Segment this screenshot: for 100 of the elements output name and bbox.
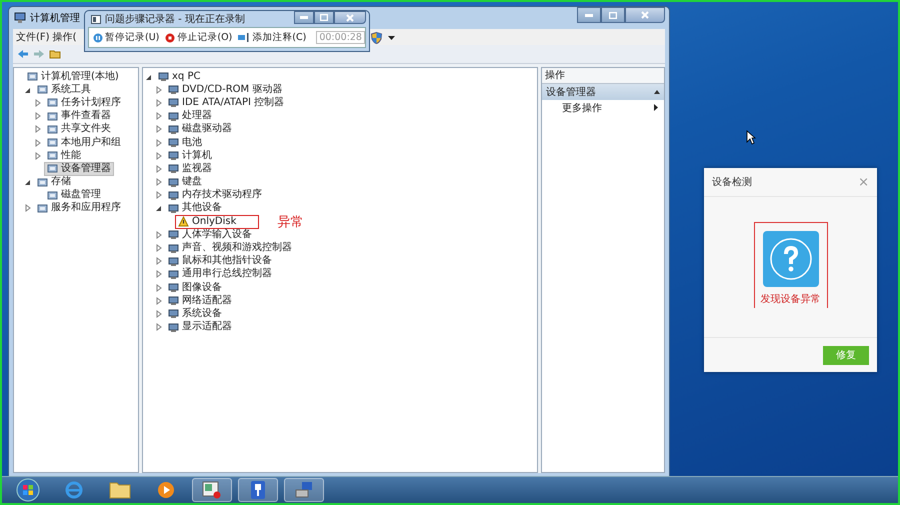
tree-item[interactable]: 共享文件夹 [44,122,114,136]
dropdown-arrow-icon[interactable] [388,36,395,40]
folder-icon[interactable] [49,48,61,60]
minimize-icon [300,16,308,19]
tree-item[interactable]: 磁盘管理 [44,188,104,202]
expand-arrow-icon[interactable] [34,112,42,120]
tree-item[interactable]: 性能 [44,148,84,163]
tree-item[interactable]: xq PC [155,70,204,84]
collapse-arrow-icon[interactable] [24,86,32,94]
expand-arrow-icon[interactable] [155,164,163,173]
back-icon[interactable] [17,49,29,59]
tree-item[interactable]: 声音、视频和游戏控制器 [165,241,295,256]
expand-arrow-icon[interactable] [155,323,163,332]
menu-item[interactable]: 文件(F) [16,30,50,44]
shield-icon[interactable] [370,32,382,44]
node-icon [37,84,48,96]
tree-item[interactable]: 设备管理器 [44,162,114,176]
device-icon [168,110,179,122]
collapse-arrow-icon[interactable] [24,178,32,186]
tree-item[interactable]: 显示适配器 [165,320,235,334]
expand-arrow-icon[interactable] [34,152,42,160]
expand-arrow-icon[interactable] [155,152,163,160]
tree-item[interactable]: DVD/CD-ROM 驱动器 [165,82,286,97]
tree-item[interactable]: 本地用户和组 [44,136,124,150]
close-button[interactable] [625,7,665,23]
window-title: 问题步骤记录器 - 现在正在录制 [105,12,245,26]
tree-item[interactable]: 键盘 [165,175,205,190]
section-header[interactable]: 设备管理器 [542,84,664,100]
question-icon [762,231,818,287]
tree-item[interactable]: 图像设备 [165,280,225,295]
taskbar-button[interactable] [192,478,232,502]
expand-arrow-icon[interactable] [155,296,163,305]
submenu-arrow-icon [654,104,658,111]
expand-arrow-icon[interactable] [155,257,163,266]
tree-item[interactable]: 计算机管理(本地) [24,70,122,84]
expand-arrow-icon[interactable] [155,112,163,120]
expand-arrow-icon[interactable] [34,138,42,147]
expand-arrow-icon[interactable] [155,191,163,200]
tree-item[interactable]: 服务和应用程序 [34,201,124,216]
minimize-button[interactable] [577,7,601,23]
tree-item[interactable]: IDE ATA/ATAPI 控制器 [165,96,288,110]
expand-arrow-icon[interactable] [155,310,163,318]
tree-item[interactable]: OnlyDisk [175,214,260,229]
expand-arrow-icon[interactable] [155,244,163,252]
taskbar-button[interactable] [238,478,278,502]
menu-item[interactable]: 操作( [52,30,76,44]
tree-item[interactable]: 通用串行总线控制器 [165,267,275,282]
start-orb-icon [16,478,40,502]
tree-item[interactable]: 计算机 [165,148,215,163]
tree-item[interactable]: 网络适配器 [165,294,235,308]
tree-item[interactable]: 系统设备 [165,306,225,321]
comment-icon [238,33,250,42]
expand-arrow-icon[interactable] [155,138,163,147]
pause-button[interactable]: 暂停记录(U) [93,31,160,44]
close-button[interactable] [334,11,366,24]
maximize-icon [609,12,617,18]
tree-item[interactable]: 其他设备 [165,201,225,216]
expand-arrow-icon[interactable] [155,86,163,94]
device-icon [168,322,179,333]
expand-arrow-icon[interactable] [155,230,163,239]
node-icon [47,150,58,162]
close-icon [641,11,649,19]
tree-item[interactable]: 监视器 [165,162,215,176]
collapse-arrow-icon[interactable] [155,204,163,212]
action-item[interactable]: 更多操作 [542,100,664,115]
tree-item[interactable]: 人体学输入设备 [165,228,255,242]
tree-item[interactable]: 任务计划程序 [44,96,124,110]
device-icon [168,163,179,174]
expand-arrow-icon[interactable] [155,125,163,134]
collapse-arrow-icon[interactable] [145,72,153,81]
expand-arrow-icon[interactable] [24,204,32,212]
tree-item[interactable]: 电池 [165,136,205,150]
device-icon [168,176,179,188]
tree-item[interactable]: 鼠标和其他指针设备 [165,254,275,268]
expand-arrow-icon[interactable] [155,284,163,292]
maximize-button[interactable] [601,7,625,23]
expand-arrow-icon[interactable] [34,125,42,134]
stop-icon [165,32,176,42]
forward-icon[interactable] [33,49,45,59]
tree-item[interactable]: 磁盘驱动器 [165,122,235,136]
tree-item[interactable]: 内存技术驱动程序 [165,188,265,202]
pause-icon [93,32,103,42]
expand-arrow-icon[interactable] [155,98,163,107]
maximize-button[interactable] [314,11,334,24]
stop-button[interactable]: 停止记录(O) [165,31,232,44]
minimize-button[interactable] [294,11,314,24]
expand-arrow-icon[interactable] [34,98,42,107]
device-icon [168,150,179,162]
device-icon [168,97,179,108]
tree-item[interactable]: 存储 [34,175,74,190]
expand-arrow-icon[interactable] [155,270,163,278]
tree-item[interactable]: 事件查看器 [44,109,114,124]
tree-item[interactable]: 处理器 [165,109,215,124]
tree-item[interactable]: 系统工具 [34,82,94,97]
dialog-title: 设备检测 [712,176,752,189]
taskbar-button[interactable] [284,478,324,502]
comment-button[interactable]: 添加注释(C) [238,31,306,44]
device-icon [168,190,179,201]
expand-arrow-icon[interactable] [155,178,163,186]
node-icon [47,97,58,108]
